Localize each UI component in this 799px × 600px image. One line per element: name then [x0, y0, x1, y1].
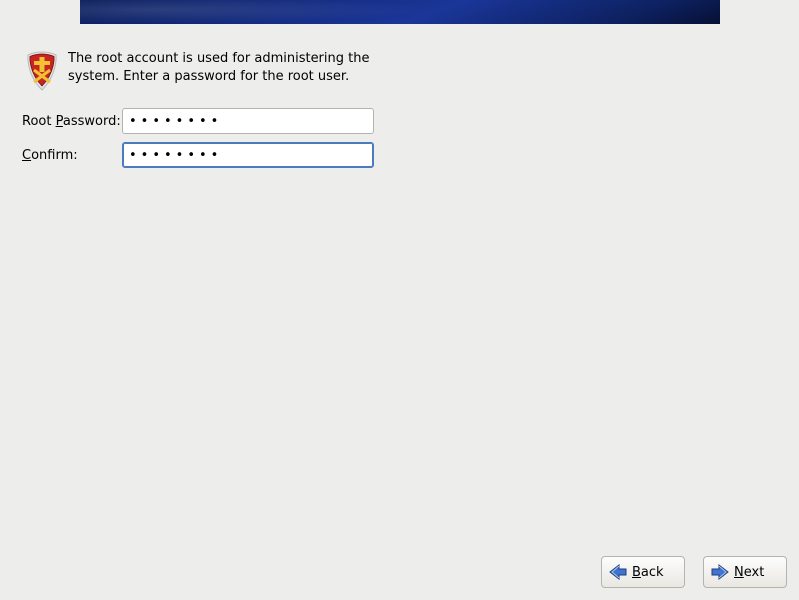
footer-nav: Back Next [601, 556, 787, 588]
back-button[interactable]: Back [601, 556, 685, 588]
back-button-label: Back [632, 565, 664, 580]
arrow-right-icon [710, 564, 730, 580]
arrow-left-icon [608, 564, 628, 580]
confirm-label: Confirm: [22, 148, 122, 163]
description-text: The root account is used for administeri… [68, 50, 382, 85]
next-button[interactable]: Next [703, 556, 787, 588]
root-password-row: Root Password: [22, 108, 382, 134]
root-password-input[interactable] [122, 108, 374, 134]
root-password-panel: The root account is used for administeri… [22, 50, 382, 176]
confirm-row: Confirm: [22, 142, 382, 168]
shield-icon [22, 50, 62, 92]
root-password-label: Root Password: [22, 114, 122, 129]
header-banner [80, 0, 720, 24]
confirm-password-input[interactable] [122, 142, 374, 168]
next-button-label: Next [734, 565, 764, 580]
